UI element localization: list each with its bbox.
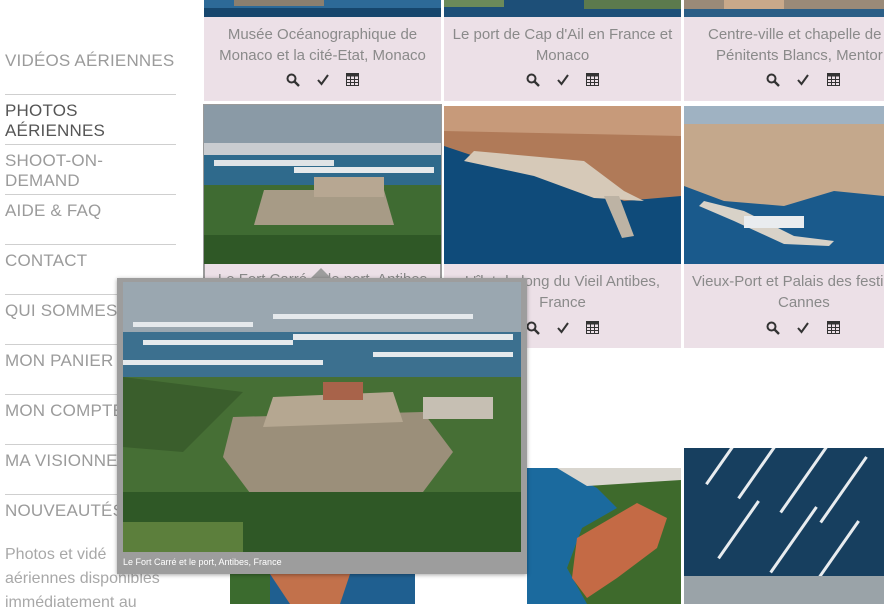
photo-caption[interactable]: Monaco bbox=[448, 45, 677, 66]
photo-caption[interactable]: Le port de Cap d'Ail en France et bbox=[448, 24, 677, 45]
nav-videos-aeriennes[interactable]: VIDÉOS AÉRIENNES bbox=[5, 51, 176, 71]
photo-thumbnail[interactable] bbox=[444, 0, 681, 17]
calculator-icon[interactable] bbox=[578, 72, 608, 89]
photo-actions bbox=[758, 320, 848, 338]
photo-card-cap-dail[interactable]: Le port de Cap d'Ail en France et Monaco bbox=[444, 0, 681, 101]
preview-image[interactable] bbox=[123, 282, 521, 552]
photo-caption[interactable]: Monaco et la cité-Etat, Monaco bbox=[208, 45, 437, 66]
photo-caption[interactable]: Vieux-Port et Palais des festi bbox=[692, 271, 884, 292]
photo-caption[interactable]: Pénitents Blancs, Mentor bbox=[716, 45, 884, 66]
photo-card-esterel[interactable] bbox=[527, 468, 681, 604]
photo-thumbnail[interactable] bbox=[204, 105, 441, 264]
check-icon[interactable] bbox=[788, 73, 818, 89]
photo-thumbnail[interactable] bbox=[684, 448, 884, 604]
photo-caption[interactable]: Musée Océanographique de bbox=[208, 24, 437, 45]
photo-thumbnail[interactable] bbox=[204, 0, 441, 17]
photo-caption[interactable]: Centre-ville et chapelle de bbox=[708, 24, 884, 45]
calculator-icon[interactable] bbox=[818, 72, 848, 89]
photo-actions bbox=[204, 72, 441, 90]
check-icon[interactable] bbox=[548, 73, 578, 89]
check-icon[interactable] bbox=[308, 73, 338, 89]
photo-card-monaco[interactable]: Musée Océanographique de Monaco et la ci… bbox=[204, 0, 441, 101]
check-icon[interactable] bbox=[788, 321, 818, 337]
search-icon[interactable] bbox=[278, 73, 308, 89]
nav-separator bbox=[5, 194, 176, 195]
calculator-icon[interactable] bbox=[578, 320, 608, 337]
nav-shoot-on-demand[interactable]: SHOOT-ON-DEMAND bbox=[5, 151, 176, 191]
nav-contact[interactable]: CONTACT bbox=[5, 251, 176, 271]
photo-card-marina[interactable] bbox=[684, 448, 884, 604]
search-icon[interactable] bbox=[758, 321, 788, 337]
photo-preview-popup[interactable]: Le Fort Carré et le port, Antibes, Franc… bbox=[117, 278, 527, 574]
photo-card-coast[interactable] bbox=[230, 574, 415, 604]
search-icon[interactable] bbox=[758, 73, 788, 89]
photo-card-menton[interactable]: Centre-ville et chapelle de Pénitents Bl… bbox=[684, 0, 884, 101]
photo-thumbnail[interactable] bbox=[527, 468, 681, 604]
photo-actions bbox=[758, 72, 848, 90]
promo-line: immédiatement au bbox=[5, 594, 137, 611]
preview-caption: Le Fort Carré et le port, Antibes, Franc… bbox=[123, 557, 282, 567]
calculator-icon[interactable] bbox=[818, 320, 848, 337]
nav-separator bbox=[5, 244, 176, 245]
photo-thumbnail[interactable] bbox=[684, 0, 884, 17]
preview-pointer bbox=[311, 268, 331, 278]
nav-separator bbox=[5, 94, 176, 95]
photo-thumbnail[interactable] bbox=[684, 106, 884, 264]
photo-thumbnail[interactable] bbox=[444, 106, 681, 264]
nav-separator bbox=[5, 144, 176, 145]
photo-card-cannes[interactable]: Vieux-Port et Palais des festi Cannes bbox=[684, 106, 884, 348]
search-icon[interactable] bbox=[518, 73, 548, 89]
photo-thumbnail[interactable] bbox=[230, 574, 415, 604]
photo-actions bbox=[444, 72, 681, 90]
nav-aide-faq[interactable]: AIDE & FAQ bbox=[5, 201, 176, 221]
nav-photos-aeriennes[interactable]: PHOTOS AÉRIENNES bbox=[5, 101, 176, 141]
photo-caption[interactable]: Cannes bbox=[778, 292, 884, 313]
calculator-icon[interactable] bbox=[338, 72, 368, 89]
check-icon[interactable] bbox=[548, 321, 578, 337]
